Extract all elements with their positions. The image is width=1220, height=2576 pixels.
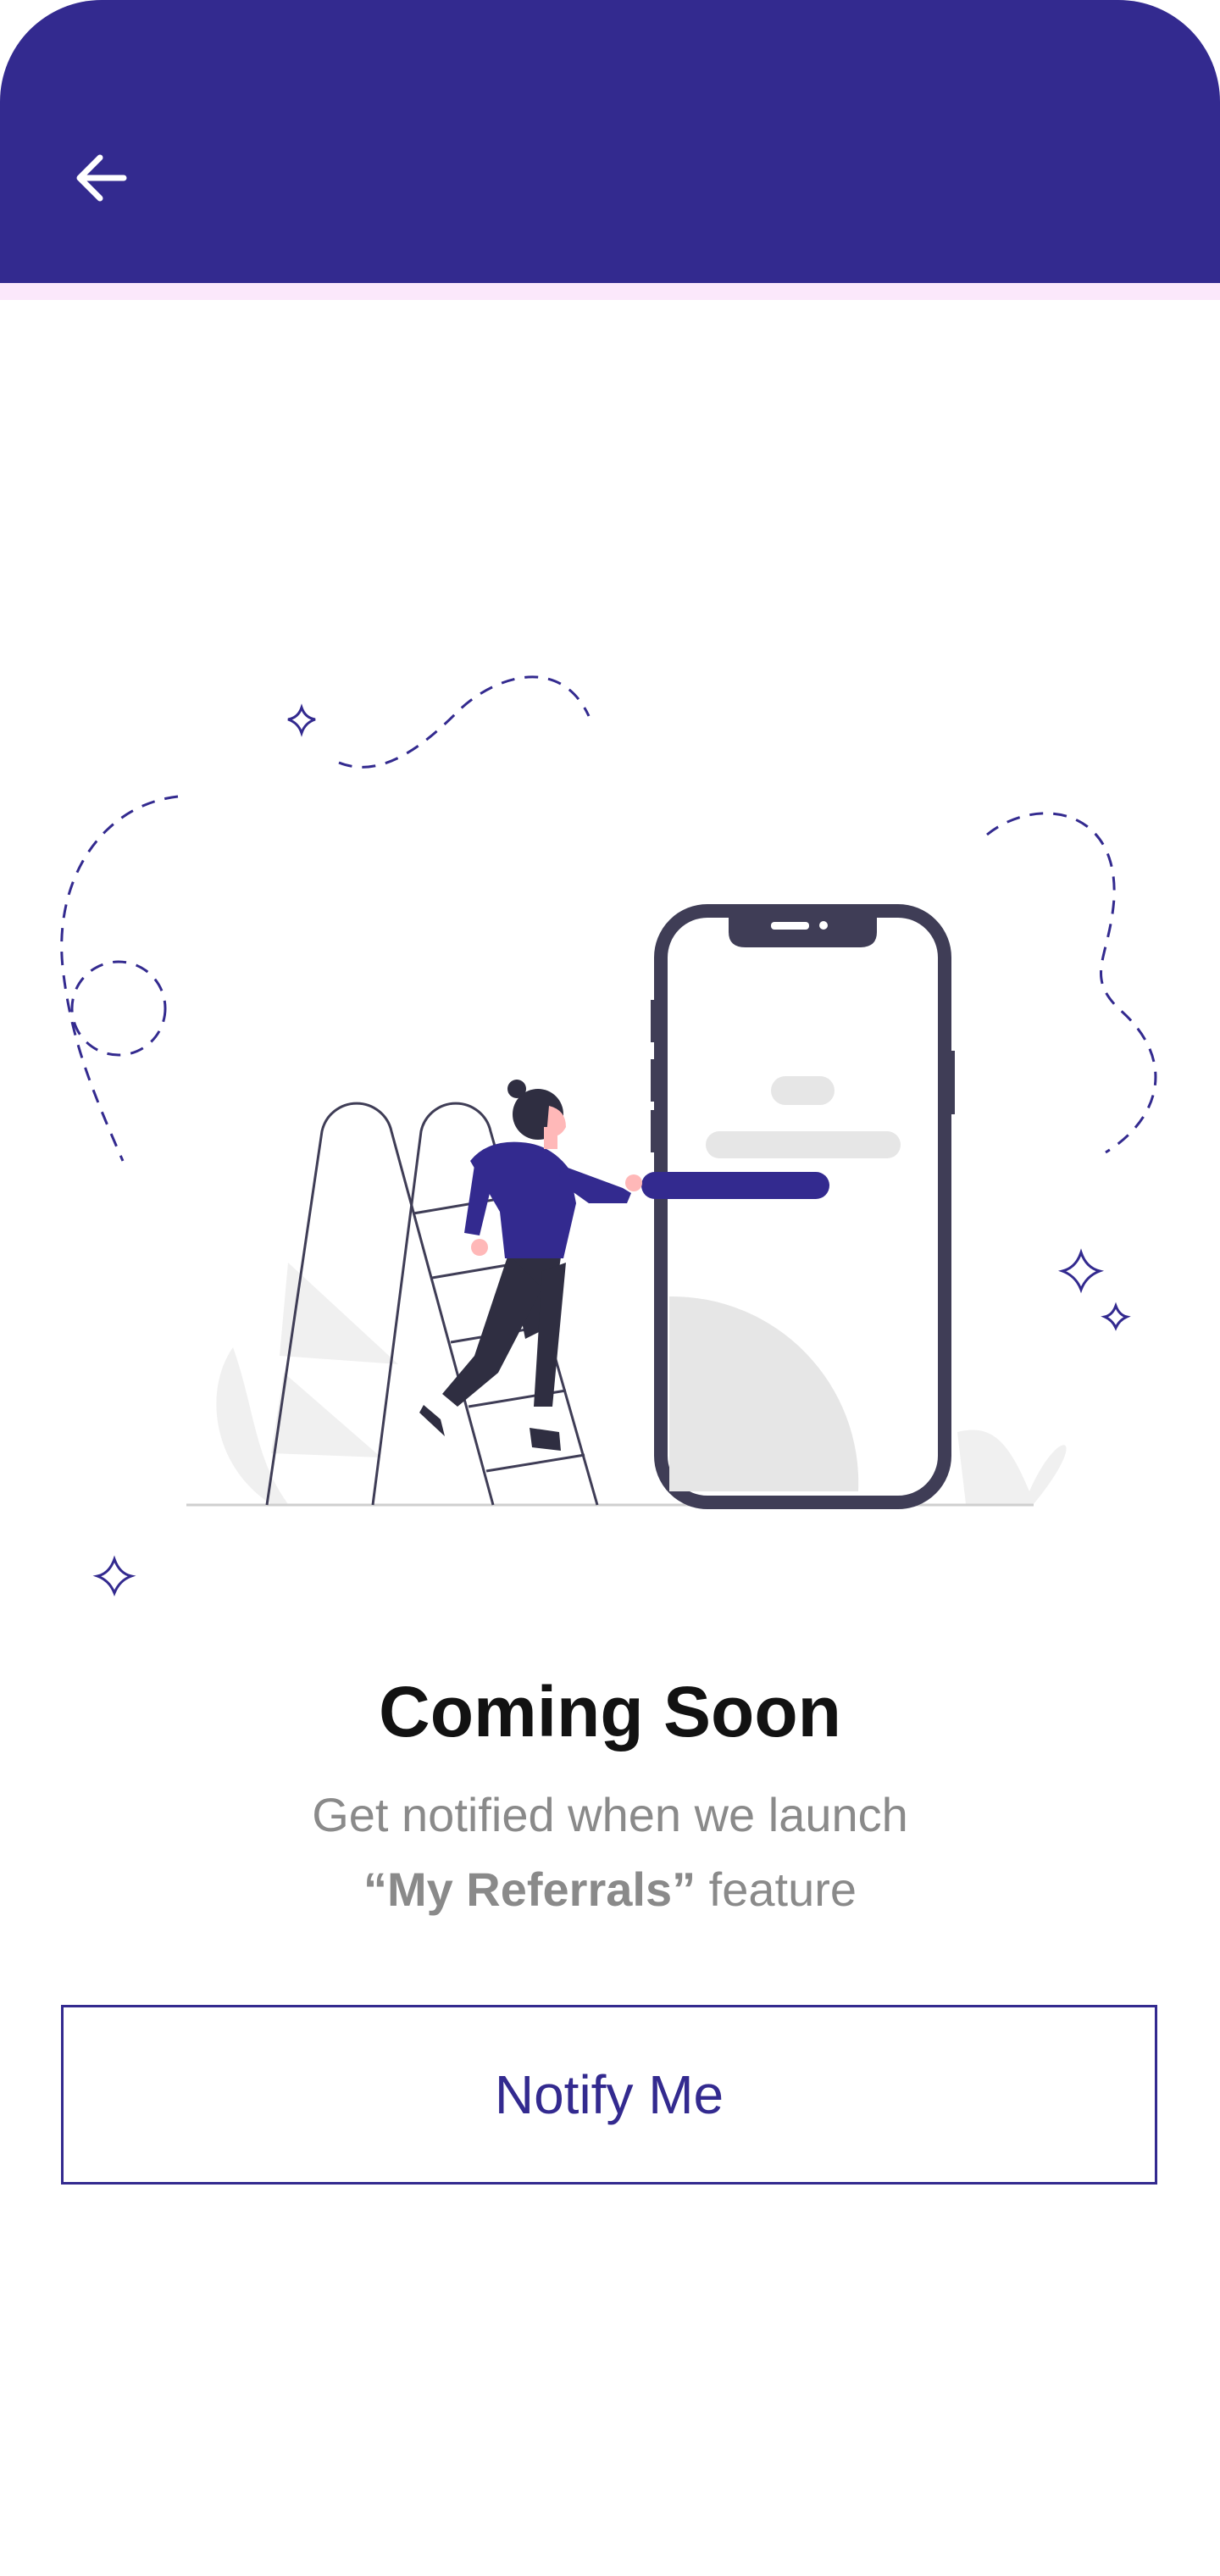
coming-soon-illustration	[60, 675, 1157, 1597]
page-title: Coming Soon	[379, 1672, 841, 1752]
subtitle-feature-line: “My Referrals” feature	[0, 1852, 1220, 1927]
page-subtitle: Get notified when we launch “My Referral…	[0, 1778, 1220, 1927]
app-header	[0, 0, 1220, 288]
subtitle-suffix: feature	[696, 1863, 857, 1916]
decorative-dashes	[60, 675, 1157, 1162]
back-button[interactable]	[59, 136, 144, 220]
person-illustration	[419, 1080, 642, 1451]
notify-me-button[interactable]: Notify Me	[61, 2005, 1157, 2185]
subtitle-line: Get notified when we launch	[312, 1788, 908, 1841]
phone-illustration	[641, 904, 955, 1509]
feature-name: “My Referrals”	[363, 1863, 696, 1916]
arrow-left-icon	[76, 154, 127, 202]
header-accent-strip	[0, 283, 1220, 300]
